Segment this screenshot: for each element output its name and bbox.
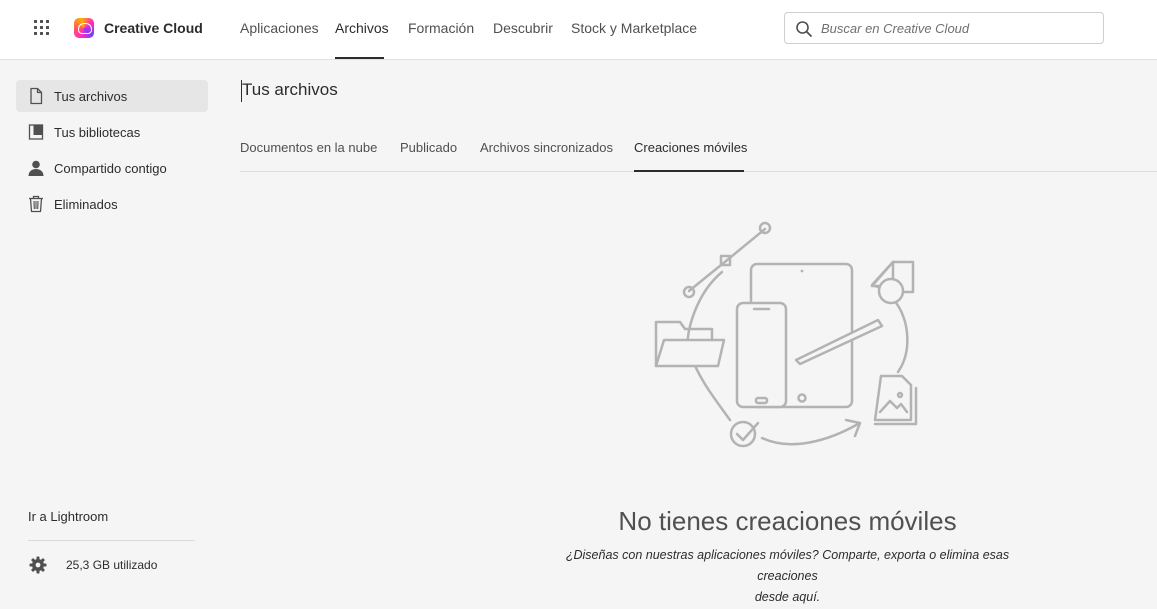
search-icon xyxy=(796,21,812,37)
tab-publicado[interactable]: Publicado xyxy=(400,140,457,155)
sidebar-item-eliminados[interactable]: Eliminados xyxy=(16,188,208,220)
sidebar-item-tus-bibliotecas[interactable]: Tus bibliotecas xyxy=(16,116,208,148)
sidebar-item-label: Compartido contigo xyxy=(54,161,167,176)
empty-state-subtitle-line: ¿Diseñas con nuestras aplicaciones móvil… xyxy=(565,548,1010,583)
sidebar-item-label: Tus archivos xyxy=(54,89,128,104)
tab-creaciones-moviles[interactable]: Creaciones móviles xyxy=(634,140,747,155)
search-box[interactable] xyxy=(784,12,1104,44)
sidebar-item-label: Tus bibliotecas xyxy=(54,125,141,140)
sidebar-item-compartido-contigo[interactable]: Compartido contigo xyxy=(16,152,208,184)
tab-archivos-sincronizados[interactable]: Archivos sincronizados xyxy=(480,140,613,155)
search-input[interactable] xyxy=(821,14,1097,42)
library-icon xyxy=(28,124,44,140)
top-header: Creative Cloud Aplicaciones Archivos For… xyxy=(0,0,1157,60)
empty-state-subtitle-line: desde aquí. xyxy=(754,590,821,604)
user-icon xyxy=(28,160,44,176)
nav-descubrir[interactable]: Descubrir xyxy=(493,20,553,36)
tab-documentos-en-la-nube[interactable]: Documentos en la nube xyxy=(240,140,377,155)
nav-aplicaciones[interactable]: Aplicaciones xyxy=(240,20,319,36)
empty-state-title: No tienes creaciones móviles xyxy=(618,506,957,536)
nav-stock-marketplace[interactable]: Stock y Marketplace xyxy=(571,20,697,36)
sidebar-item-tus-archivos[interactable]: Tus archivos xyxy=(16,80,208,112)
brand-name[interactable]: Creative Cloud xyxy=(104,20,203,36)
trash-icon xyxy=(29,195,43,213)
nav-active-indicator xyxy=(335,57,384,59)
gear-icon[interactable] xyxy=(29,556,47,574)
lightroom-link[interactable]: Ir a Lightroom xyxy=(28,509,108,524)
nav-archivos[interactable]: Archivos xyxy=(335,20,389,36)
storage-usage: 25,3 GB utilizado xyxy=(66,558,158,572)
tab-active-indicator xyxy=(634,170,744,172)
page-title: Tus archivos xyxy=(242,80,338,99)
sidebar-item-label: Eliminados xyxy=(54,197,118,212)
sidebar-divider xyxy=(28,540,195,541)
app-switcher-icon[interactable] xyxy=(33,19,51,37)
creative-cloud-logo-icon[interactable] xyxy=(74,18,94,38)
file-icon xyxy=(30,87,43,105)
mobile-creations-illustration xyxy=(654,221,918,448)
nav-formacion[interactable]: Formación xyxy=(408,20,474,36)
empty-state-subtitle: ¿Diseñas con nuestras aplicaciones móvil… xyxy=(540,545,1035,608)
